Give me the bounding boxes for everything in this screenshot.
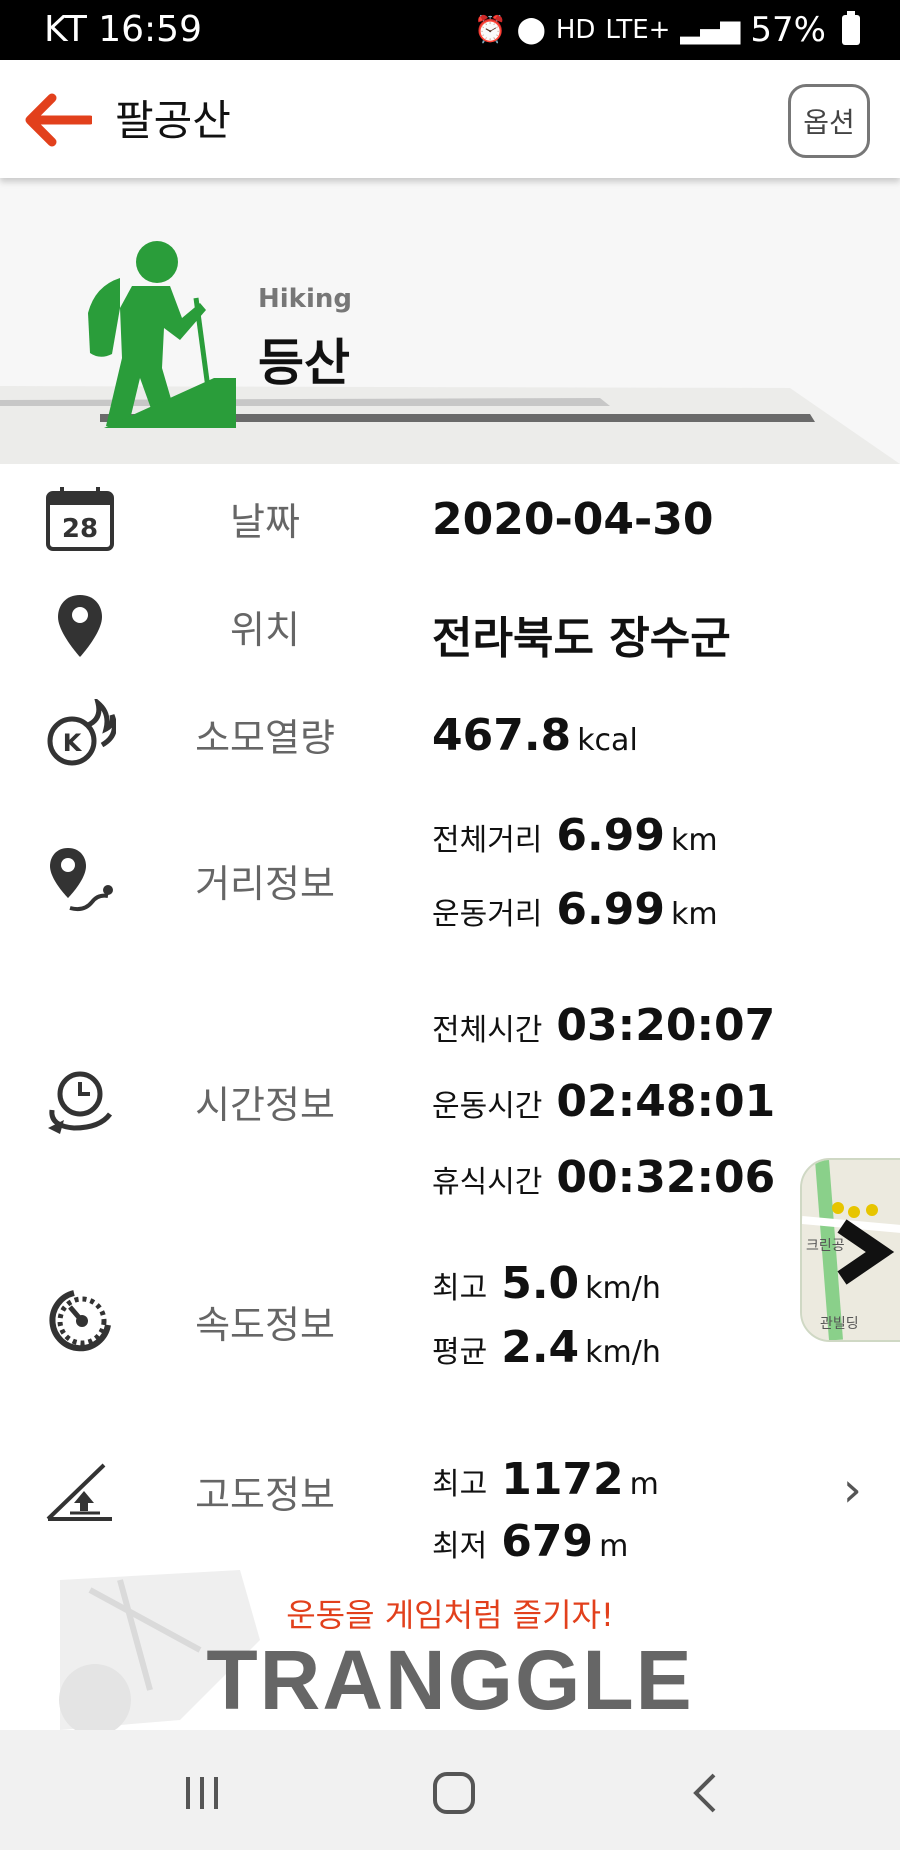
battery-percent: 57%: [750, 10, 826, 50]
back-arrow-icon[interactable]: [20, 90, 95, 150]
activity-name-en: Hiking: [258, 284, 352, 314]
activity-header: Hiking 등산: [0, 178, 900, 464]
row-label-altitude: 고도정보: [195, 1472, 335, 1517]
location-pin-icon: [0, 572, 160, 680]
calories-value: 467.8: [432, 710, 572, 761]
alarm-icon: ⏰: [474, 15, 507, 45]
speed-avg-unit: km/h: [585, 1335, 661, 1370]
row-label-speed: 속도정보: [195, 1302, 335, 1347]
speed-avg-value: 2.4: [501, 1322, 580, 1373]
option-button[interactable]: 옵션: [788, 84, 870, 158]
banner-slogan: 운동을 게임처럼 즐기자!: [286, 1596, 614, 1634]
row-label-time: 시간정보: [195, 1082, 335, 1127]
banner-logo: TRANGGLE: [206, 1633, 694, 1727]
promo-banner[interactable]: 운동을 게임처럼 즐기자! TRANGGLE: [0, 1570, 900, 1730]
row-speed: 속도정보 최고 5.0 km/h 평균 2.4 km/h: [0, 1230, 900, 1414]
distance-total-unit: km: [670, 823, 718, 858]
altitude-max-unit: m: [629, 1467, 659, 1502]
distance-moving-value: 6.99: [556, 884, 665, 935]
row-label-date: 날짜: [230, 499, 300, 544]
status-carrier-time: KT 16:59: [44, 9, 202, 50]
row-altitude[interactable]: 고도정보 최고 1172 m 최저 679 m ›: [0, 1412, 900, 1570]
altitude-min-value: 679: [501, 1516, 594, 1567]
distance-moving-label: 운동거리: [432, 897, 543, 932]
time-total-value: 03:20:07: [556, 1000, 776, 1051]
time-clock-icon: [0, 972, 160, 1230]
page-title: 팔공산: [115, 96, 231, 145]
calorie-fire-icon: K: [0, 680, 160, 788]
distance-total-label: 전체거리: [432, 823, 543, 858]
time-rest-label: 휴식시간: [432, 1165, 543, 1200]
speedometer-icon: [0, 1230, 160, 1412]
location-value: 전라북도 장수군: [432, 613, 731, 664]
recent-apps-icon[interactable]: [172, 1768, 232, 1818]
nav-back-icon[interactable]: [676, 1768, 736, 1818]
battery-icon: [842, 11, 860, 45]
system-nav-bar: [0, 1730, 900, 1850]
speed-max-value: 5.0: [501, 1258, 580, 1309]
calorie-letter: K: [63, 729, 83, 757]
altitude-min-label: 최저: [432, 1529, 488, 1564]
row-label-distance: 거리정보: [195, 861, 335, 906]
home-icon[interactable]: [424, 1768, 484, 1818]
row-date: 28 날짜 2020-04-30: [0, 464, 900, 574]
location-status-icon: ⬤: [516, 15, 546, 45]
activity-name-ko: 등산: [258, 334, 350, 392]
date-value: 2020-04-30: [432, 494, 714, 545]
status-icons: ⏰ ⬤ HD LTE+ ▂▄▆ 57%: [474, 10, 860, 50]
route-icon: [0, 788, 160, 972]
signal-icon: ▂▄▆: [680, 15, 741, 45]
speed-max-label: 최고: [432, 1271, 488, 1306]
altitude-max-label: 최고: [432, 1467, 488, 1502]
row-label-calories: 소모열량: [195, 715, 335, 760]
time-moving-label: 운동시간: [432, 1089, 543, 1124]
distance-moving-unit: km: [670, 897, 718, 932]
row-calories: K 소모열량 467.8 kcal: [0, 680, 900, 790]
time-total-label: 전체시간: [432, 1013, 543, 1048]
map-thumbnail[interactable]: 크린공 관빌딩: [800, 1158, 900, 1342]
map-text-1: 크린공: [806, 1238, 845, 1254]
network-icon: LTE+: [605, 15, 671, 45]
calories-unit: kcal: [577, 723, 638, 758]
calendar-icon: 28: [0, 464, 160, 572]
hd-icon: HD: [555, 15, 596, 45]
distance-total-value: 6.99: [556, 810, 665, 861]
row-distance: 거리정보 전체거리 6.99 km 운동거리 6.99 km: [0, 788, 900, 974]
map-text-2: 관빌딩: [820, 1316, 859, 1332]
row-time: 시간정보 전체시간 03:20:07 운동시간 02:48:01 휴식시간 00:32…: [0, 972, 900, 1232]
speed-max-unit: km/h: [585, 1271, 661, 1306]
altitude-min-unit: m: [599, 1529, 629, 1564]
altitude-max-value: 1172: [501, 1454, 624, 1505]
calendar-day: 28: [62, 514, 98, 544]
app-bar: 팔공산 옵션: [0, 60, 900, 178]
row-label-location: 위치: [230, 607, 300, 652]
time-moving-value: 02:48:01: [556, 1076, 776, 1127]
altitude-icon: [0, 1412, 160, 1570]
status-bar: KT 16:59 ⏰ ⬤ HD LTE+ ▂▄▆ 57%: [0, 0, 900, 60]
chevron-right-icon[interactable]: ›: [843, 1462, 862, 1518]
speed-avg-label: 평균: [432, 1335, 488, 1370]
time-rest-value: 00:32:06: [556, 1152, 776, 1203]
row-location: 위치 전라북도 장수군: [0, 572, 900, 682]
